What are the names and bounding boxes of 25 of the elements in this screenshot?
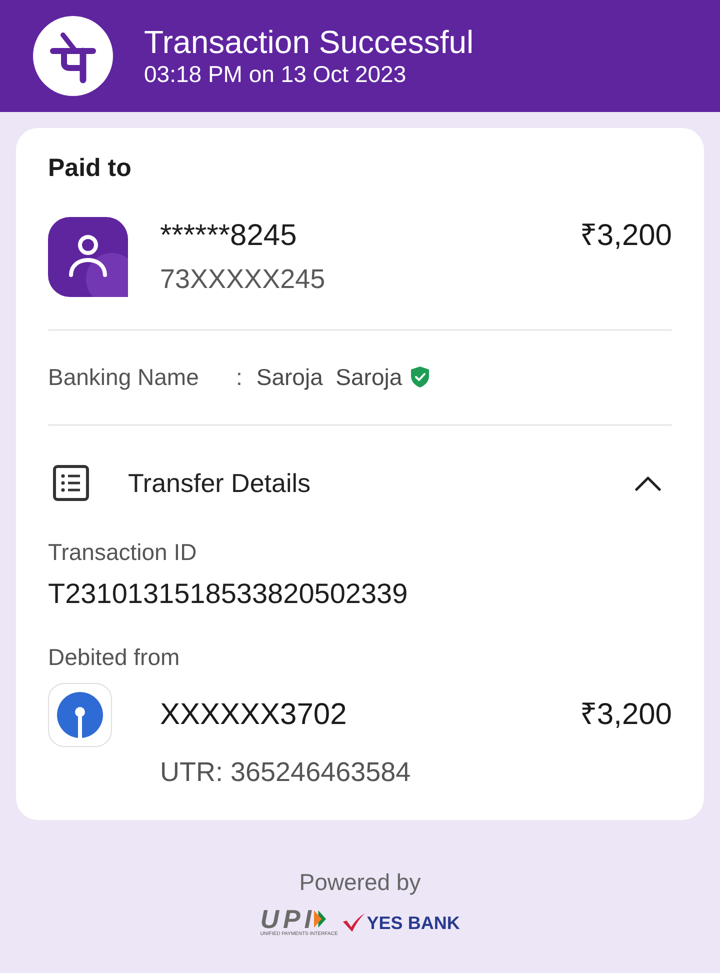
section-heading: Paid to <box>48 153 132 184</box>
transaction-id-value: T2310131518533820502339 <box>48 578 409 610</box>
separator-colon: : <box>236 363 242 392</box>
account-number: XXXXXX3702 <box>160 697 348 733</box>
field-label: Transaction ID <box>48 538 198 566</box>
header-subtitle: 03:18 PM on 13 Oct 2023 <box>144 60 408 88</box>
bank-icon <box>48 683 112 747</box>
payee-number: ******8245 <box>160 218 298 254</box>
field-label: Debited from <box>48 643 181 671</box>
banking-name-value: Saroja Saroja <box>256 363 402 392</box>
debited-amount: ₹3,200 <box>580 697 672 733</box>
logo-icon <box>33 16 113 96</box>
bank-logo-text: YES BANK <box>366 912 460 934</box>
payee-upi-id: 73XXXXX245 <box>160 263 326 295</box>
checkmark-icon <box>342 913 366 932</box>
list-icon <box>53 465 89 501</box>
avatar-icon <box>48 217 128 297</box>
arrow-icon <box>314 909 326 929</box>
powered-by-label: Powered by <box>299 868 421 896</box>
transfer-details-toggle[interactable]: Transfer Details <box>48 463 672 503</box>
header-title: Transaction Successful <box>144 24 474 60</box>
upi-logo-text: UPI <box>260 908 316 930</box>
payee-amount: ₹3,200 <box>580 218 672 254</box>
banking-name-label: Banking Name <box>48 363 200 392</box>
utr-number: UTR: 365246463584 <box>160 757 412 787</box>
